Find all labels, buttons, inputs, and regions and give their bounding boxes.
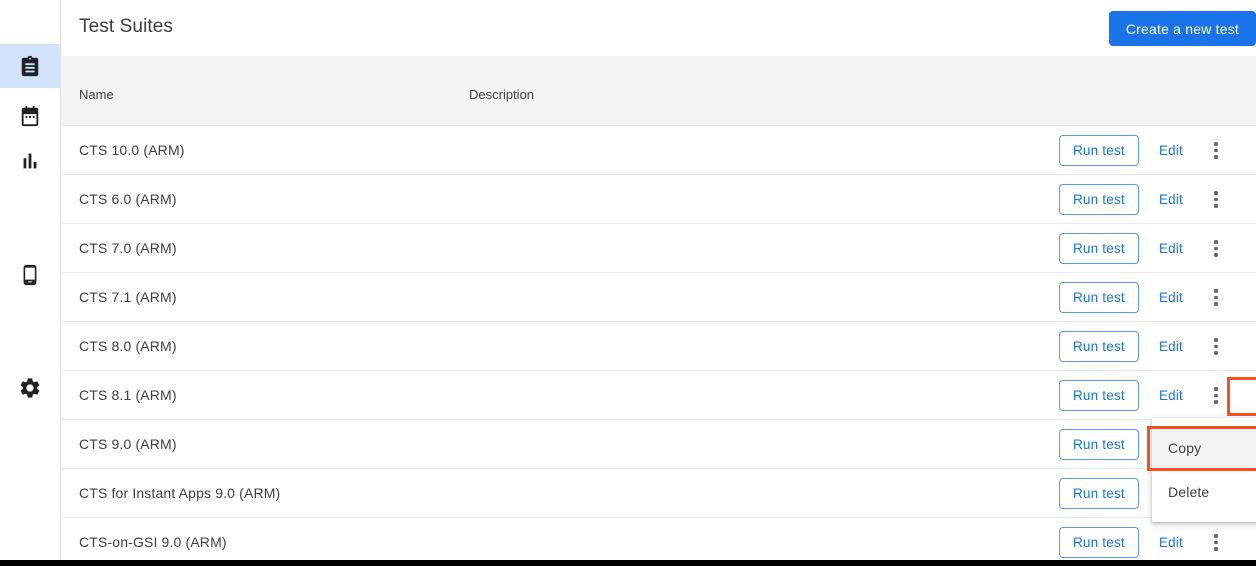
kebab-dot xyxy=(1214,547,1218,551)
kebab-dot xyxy=(1214,534,1218,538)
row-context-menu: Copy Delete xyxy=(1152,418,1256,522)
cell-suite-name: CTS 8.0 (ARM) xyxy=(79,338,177,354)
cell-suite-name: CTS 10.0 (ARM) xyxy=(79,142,185,158)
table-row[interactable]: CTS 6.0 (ARM) Run test Edit xyxy=(61,175,1256,224)
edit-link[interactable]: Edit xyxy=(1159,143,1183,158)
test-suites-table: Name Description CTS 10.0 (ARM) Run test E… xyxy=(61,56,1256,566)
edit-link[interactable]: Edit xyxy=(1159,241,1183,256)
bottom-edge-band xyxy=(0,560,1256,566)
more-options-icon[interactable] xyxy=(1201,528,1231,558)
cell-suite-name: CTS 7.0 (ARM) xyxy=(79,240,177,256)
cell-suite-name: CTS 8.1 (ARM) xyxy=(79,387,177,403)
main-content: Test Suites Create a new test Name Descr… xyxy=(61,0,1256,560)
kebab-dot xyxy=(1214,253,1218,257)
cell-suite-name: CTS 7.1 (ARM) xyxy=(79,289,177,305)
clipboard-icon xyxy=(19,55,41,77)
more-options-icon[interactable] xyxy=(1201,381,1231,411)
kebab-dot xyxy=(1214,338,1218,342)
cell-suite-name: CTS 9.0 (ARM) xyxy=(79,436,177,452)
kebab-dot xyxy=(1214,289,1218,293)
page-header: Test Suites Create a new test xyxy=(61,0,1256,56)
run-test-button[interactable]: Run test xyxy=(1059,380,1139,411)
context-menu-item-copy[interactable]: Copy xyxy=(1152,426,1256,470)
kebab-dot xyxy=(1214,541,1218,545)
table-body: CTS 10.0 (ARM) Run test Edit CTS 6.0 (ARM) R… xyxy=(61,126,1256,566)
row-actions: Run test Edit xyxy=(1059,273,1256,322)
run-test-button[interactable]: Run test xyxy=(1059,282,1139,313)
table-row[interactable]: CTS 10.0 (ARM) Run test Edit xyxy=(61,126,1256,175)
column-header-name: Name xyxy=(79,87,114,102)
sidebar-item-test-suites[interactable] xyxy=(0,44,60,88)
page-title: Test Suites xyxy=(79,16,173,38)
row-actions: Run test Edit xyxy=(1059,126,1256,175)
table-row[interactable]: CTS-on-GSI 9.0 (ARM) Run test Edit xyxy=(61,518,1256,566)
more-options-icon[interactable] xyxy=(1201,185,1231,215)
kebab-dot xyxy=(1214,296,1218,300)
kebab-dot xyxy=(1214,351,1218,355)
kebab-dot xyxy=(1214,191,1218,195)
kebab-dot xyxy=(1214,198,1218,202)
kebab-dot xyxy=(1214,302,1218,306)
run-test-button[interactable]: Run test xyxy=(1059,429,1139,460)
kebab-dot xyxy=(1214,387,1218,391)
kebab-dot xyxy=(1214,142,1218,146)
cell-suite-name: CTS 6.0 (ARM) xyxy=(79,191,177,207)
edit-link[interactable]: Edit xyxy=(1159,535,1183,550)
row-actions: Run test Edit xyxy=(1059,175,1256,224)
sidebar-item-reports[interactable] xyxy=(0,139,60,183)
run-test-button[interactable]: Run test xyxy=(1059,135,1139,166)
edit-link[interactable]: Edit xyxy=(1159,290,1183,305)
sidebar-item-devices[interactable] xyxy=(0,253,60,297)
more-options-icon[interactable] xyxy=(1201,283,1231,313)
bar-chart-icon xyxy=(19,150,41,172)
cell-suite-name: CTS-on-GSI 9.0 (ARM) xyxy=(79,534,227,550)
kebab-dot xyxy=(1214,400,1218,404)
kebab-dot xyxy=(1214,394,1218,398)
column-header-description: Description xyxy=(469,87,534,102)
table-row[interactable]: CTS 7.1 (ARM) Run test Edit xyxy=(61,273,1256,322)
edit-link[interactable]: Edit xyxy=(1159,192,1183,207)
table-row[interactable]: CTS for Instant Apps 9.0 (ARM)Run testEd… xyxy=(61,469,1256,518)
phone-icon xyxy=(19,264,41,286)
row-actions: Run test Edit xyxy=(1059,518,1256,566)
run-test-button[interactable]: Run test xyxy=(1059,478,1139,509)
table-row[interactable]: CTS 8.1 (ARM) Run test Edit xyxy=(61,371,1256,420)
row-actions: Run test Edit xyxy=(1059,371,1256,420)
run-test-button[interactable]: Run test xyxy=(1059,527,1139,558)
more-options-icon[interactable] xyxy=(1201,136,1231,166)
cell-suite-name: CTS for Instant Apps 9.0 (ARM) xyxy=(79,485,280,501)
table-row[interactable]: CTS 9.0 (ARM)Run testEdit xyxy=(61,420,1256,469)
run-test-button[interactable]: Run test xyxy=(1059,331,1139,362)
kebab-dot xyxy=(1214,345,1218,349)
run-test-button[interactable]: Run test xyxy=(1059,233,1139,264)
app-window: Test Suites Create a new test Name Descr… xyxy=(0,0,1256,566)
calendar-icon xyxy=(19,105,41,127)
table-row[interactable]: CTS 7.0 (ARM) Run test Edit xyxy=(61,224,1256,273)
context-menu-item-delete[interactable]: Delete xyxy=(1152,470,1256,514)
run-test-button[interactable]: Run test xyxy=(1059,184,1139,215)
create-a-new-test-button[interactable]: Create a new test xyxy=(1109,11,1256,46)
edit-link[interactable]: Edit xyxy=(1159,388,1183,403)
row-actions: Run test Edit xyxy=(1059,322,1256,371)
kebab-dot xyxy=(1214,155,1218,159)
sidebar-item-schedules[interactable] xyxy=(0,94,60,138)
gear-icon xyxy=(18,376,42,400)
sidebar-item-settings[interactable] xyxy=(0,366,60,410)
table-row[interactable]: CTS 8.0 (ARM) Run test Edit xyxy=(61,322,1256,371)
kebab-dot xyxy=(1214,204,1218,208)
kebab-dot xyxy=(1214,149,1218,153)
more-options-icon[interactable] xyxy=(1201,234,1231,264)
kebab-dot xyxy=(1214,247,1218,251)
edit-link[interactable]: Edit xyxy=(1159,339,1183,354)
kebab-dot xyxy=(1214,240,1218,244)
sidebar-nav xyxy=(0,0,61,560)
row-actions: Run test Edit xyxy=(1059,224,1256,273)
table-header-row: Name Description xyxy=(61,56,1256,126)
more-options-icon[interactable] xyxy=(1201,332,1231,362)
